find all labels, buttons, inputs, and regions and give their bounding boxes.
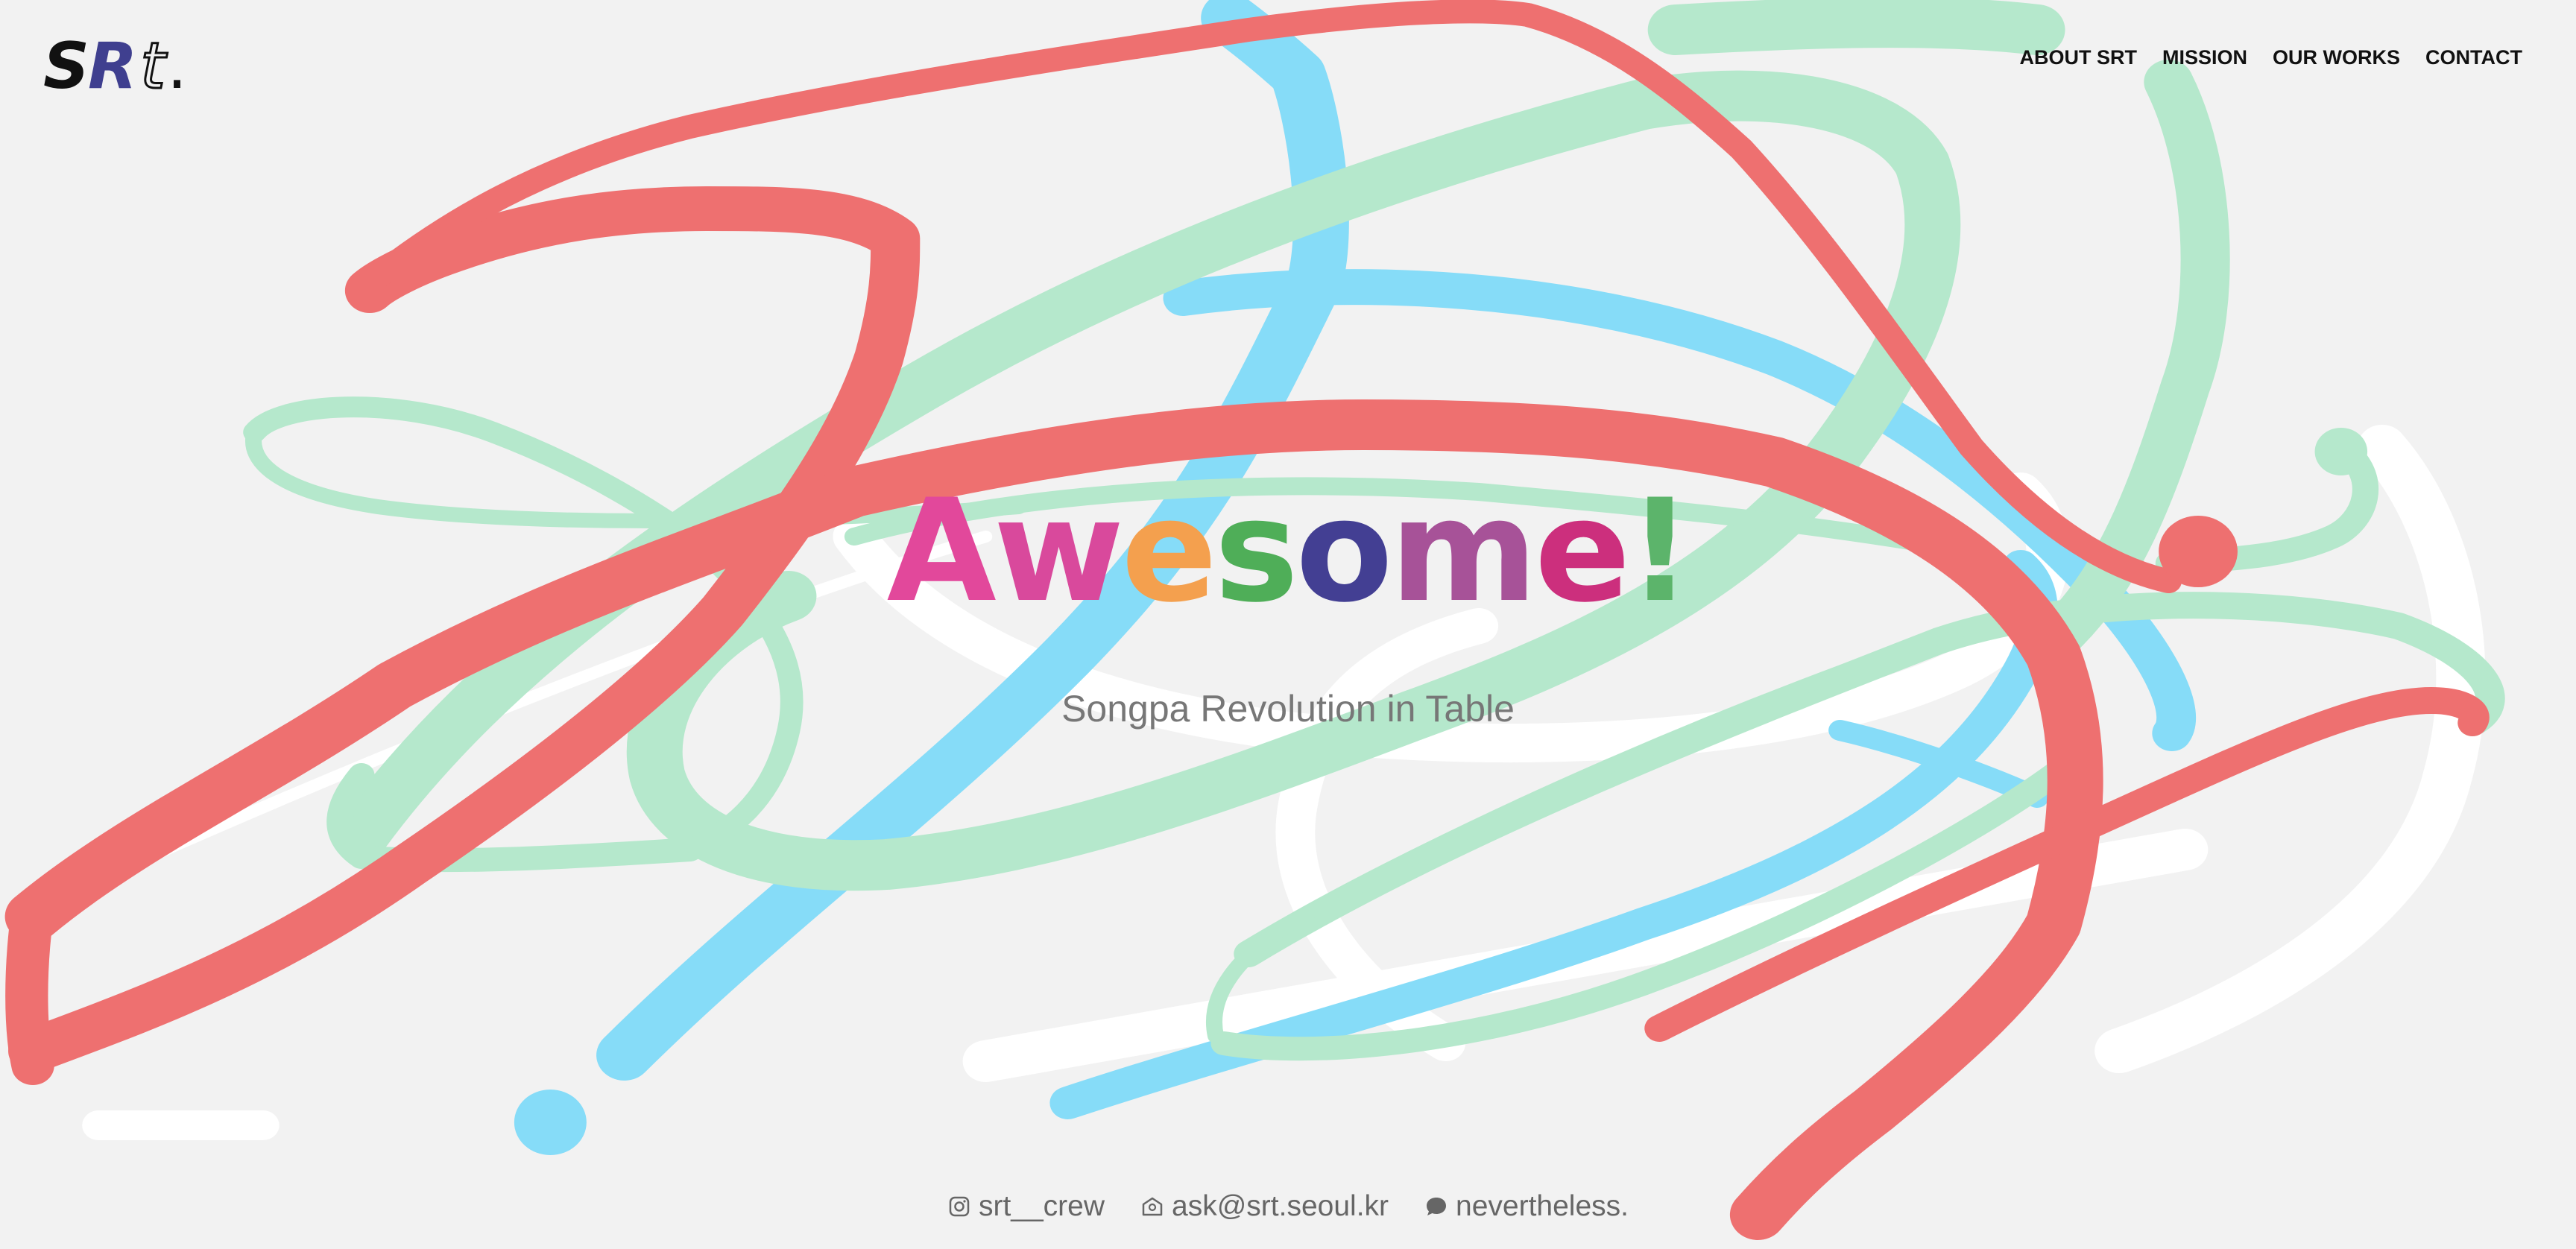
hero-letter: !	[1627, 469, 1693, 633]
hero-subtitle: Songpa Revolution in Table	[1061, 688, 1515, 730]
chat-link[interactable]: nevertheless.	[1424, 1190, 1629, 1223]
hero-letter: e	[1121, 469, 1217, 633]
nav-about-srt[interactable]: ABOUT SRT	[2020, 46, 2138, 69]
chat-bubble-icon	[1427, 1198, 1447, 1215]
mail-icon	[1142, 1197, 1163, 1216]
nav-mission[interactable]: MISSION	[2162, 46, 2247, 69]
nav-contact[interactable]: CONTACT	[2425, 46, 2522, 69]
hero-letter: e	[1534, 469, 1631, 633]
chat-text: nevertheless.	[1456, 1190, 1629, 1222]
logo-dot: .	[166, 29, 187, 104]
srt-logo[interactable]: S R t .	[43, 29, 187, 104]
nav-our-works[interactable]: OUR WORKS	[2273, 46, 2400, 69]
logo-letter-r: R	[87, 29, 137, 104]
hero-letter: A	[886, 469, 997, 633]
instagram-link[interactable]: srt__crew	[947, 1190, 1105, 1223]
instagram-handle: srt__crew	[978, 1190, 1105, 1222]
hero-letter: w	[993, 469, 1125, 633]
email-address: ask@srt.seoul.kr	[1172, 1190, 1389, 1222]
hero-letter: o	[1295, 469, 1393, 633]
instagram-icon	[949, 1196, 970, 1217]
hero-letter: s	[1214, 469, 1298, 633]
main-nav: ABOUT SRT MISSION OUR WORKS CONTACT	[2020, 46, 2523, 69]
hero-letter: m	[1389, 469, 1538, 633]
email-link[interactable]: ask@srt.seoul.kr	[1140, 1190, 1389, 1223]
logo-letter-s: S	[43, 29, 89, 104]
contact-footer: srt__crew ask@srt.seoul.kr nevertheless.	[0, 1190, 2576, 1223]
logo-letter-t: t	[139, 29, 167, 104]
hero-title: Awesome!	[0, 477, 2576, 626]
